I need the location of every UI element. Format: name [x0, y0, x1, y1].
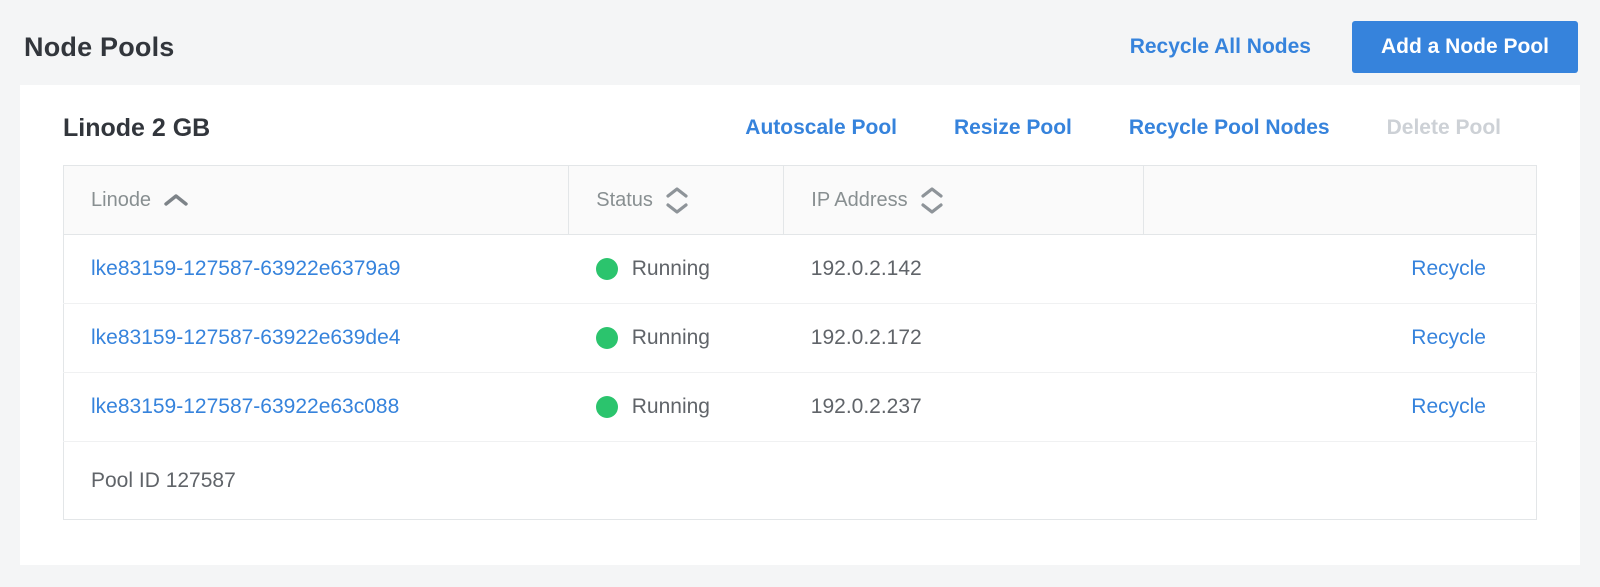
table-header-row: Linode Status	[64, 166, 1537, 235]
status-text: Running	[632, 326, 710, 350]
recycle-node-link[interactable]: Recycle	[1411, 257, 1486, 280]
node-pool-card: Linode 2 GB Autoscale Pool Resize Pool R…	[20, 85, 1580, 565]
status-running-icon	[596, 258, 618, 280]
node-label-cell: lke83159-127587-63922e639de4	[64, 304, 569, 373]
column-header-linode[interactable]: Linode	[64, 166, 569, 235]
node-status-cell: Running	[569, 304, 784, 373]
node-action-cell: Recycle	[1143, 235, 1536, 304]
node-ip-cell: 192.0.2.172	[784, 304, 1143, 373]
autoscale-pool-link[interactable]: Autoscale Pool	[745, 116, 897, 140]
status-text: Running	[632, 257, 710, 281]
recycle-all-nodes-link[interactable]: Recycle All Nodes	[1130, 35, 1311, 59]
status-text: Running	[632, 395, 710, 419]
node-action-cell: Recycle	[1143, 373, 1536, 442]
page-title: Node Pools	[24, 32, 175, 63]
recycle-node-link[interactable]: Recycle	[1411, 326, 1486, 349]
node-status-cell: Running	[569, 373, 784, 442]
status-running-icon	[596, 396, 618, 418]
table-row: lke83159-127587-63922e639de4 Running 192…	[64, 304, 1537, 373]
pool-card-header: Linode 2 GB Autoscale Pool Resize Pool R…	[63, 85, 1537, 165]
node-label-cell: lke83159-127587-63922e63c088	[64, 373, 569, 442]
pool-actions: Autoscale Pool Resize Pool Recycle Pool …	[745, 116, 1537, 140]
resize-pool-link[interactable]: Resize Pool	[954, 116, 1072, 140]
node-status-cell: Running	[569, 235, 784, 304]
column-header-status[interactable]: Status	[569, 166, 784, 235]
column-header-ip-address-label: IP Address	[811, 189, 907, 212]
delete-pool-link[interactable]: Delete Pool	[1387, 116, 1501, 140]
node-link[interactable]: lke83159-127587-63922e6379a9	[91, 257, 400, 280]
node-link[interactable]: lke83159-127587-63922e639de4	[91, 326, 400, 349]
add-node-pool-button[interactable]: Add a Node Pool	[1352, 21, 1578, 73]
node-action-cell: Recycle	[1143, 304, 1536, 373]
table-row: lke83159-127587-63922e6379a9 Running 192…	[64, 235, 1537, 304]
node-ip-cell: 192.0.2.142	[784, 235, 1143, 304]
sort-asc-icon	[163, 193, 189, 207]
column-header-ip-address[interactable]: IP Address	[784, 166, 1143, 235]
column-header-actions	[1143, 166, 1536, 235]
sort-both-icon	[920, 186, 944, 215]
node-label-cell: lke83159-127587-63922e6379a9	[64, 235, 569, 304]
table-row: lke83159-127587-63922e63c088 Running 192…	[64, 373, 1537, 442]
node-table: Linode Status	[63, 165, 1537, 520]
recycle-pool-nodes-link[interactable]: Recycle Pool Nodes	[1129, 116, 1330, 140]
page-header: Node Pools Recycle All Nodes Add a Node …	[0, 0, 1600, 74]
column-header-status-label: Status	[596, 189, 653, 212]
sort-both-icon	[665, 186, 689, 215]
node-ip-cell: 192.0.2.237	[784, 373, 1143, 442]
page-header-actions: Recycle All Nodes Add a Node Pool	[1130, 21, 1578, 73]
pool-id-text: Pool ID 127587	[64, 442, 1537, 520]
pool-id-row: Pool ID 127587	[64, 442, 1537, 520]
pool-title: Linode 2 GB	[63, 114, 210, 143]
node-link[interactable]: lke83159-127587-63922e63c088	[91, 395, 399, 418]
status-running-icon	[596, 327, 618, 349]
column-header-linode-label: Linode	[91, 189, 151, 212]
recycle-node-link[interactable]: Recycle	[1411, 395, 1486, 418]
